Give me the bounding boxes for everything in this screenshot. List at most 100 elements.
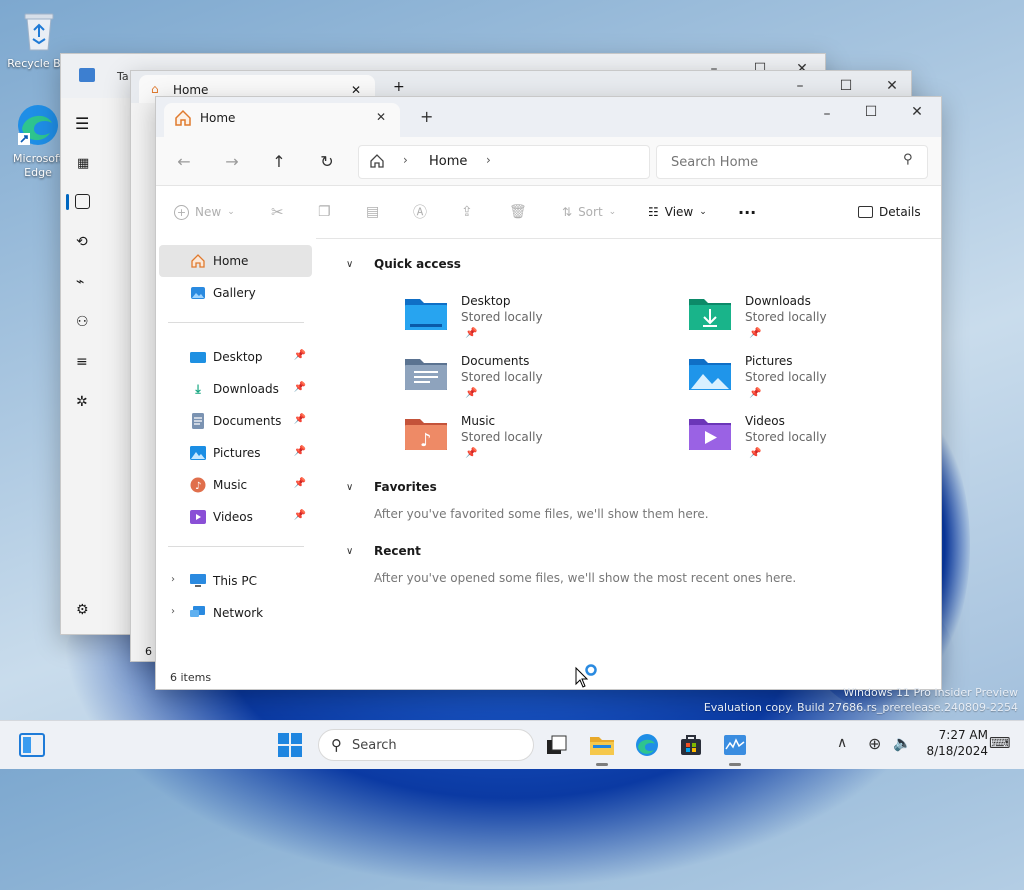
start-button[interactable] bbox=[274, 729, 306, 761]
up-arrow-icon[interactable]: ↑ bbox=[267, 149, 291, 173]
sort-button[interactable]: ⇅ Sort ⌄ bbox=[562, 186, 616, 238]
sidebar-item-this-pc[interactable]: › This PC bbox=[159, 565, 312, 597]
breadcrumb-chevron-icon[interactable]: › bbox=[486, 153, 491, 167]
pin-icon[interactable]: 📌 bbox=[294, 478, 306, 489]
home-breadcrumb-icon[interactable] bbox=[369, 153, 385, 172]
sidebar-item-label: This PC bbox=[213, 574, 257, 588]
close-tab-icon[interactable]: ✕ bbox=[351, 83, 361, 97]
chevron-down-icon[interactable]: ∨ bbox=[346, 259, 358, 270]
sidebar-item-pictures[interactable]: Pictures 📌 bbox=[159, 437, 312, 469]
new-tab-button[interactable]: + bbox=[393, 79, 405, 95]
tab-home[interactable]: Home ✕ bbox=[164, 103, 400, 137]
pin-icon[interactable]: 📌 bbox=[294, 414, 306, 425]
quick-access-item-documents[interactable]: Documents Stored locally 📌 bbox=[404, 354, 664, 410]
sidebar-item-network[interactable]: › Network bbox=[159, 597, 312, 629]
search-icon[interactable]: ⚲ bbox=[903, 152, 913, 167]
volume-muted-icon[interactable]: 🔈 bbox=[893, 734, 912, 752]
processes-icon[interactable]: ▦ bbox=[77, 156, 89, 171]
pictures-folder-icon bbox=[689, 359, 731, 390]
close-button[interactable]: ✕ bbox=[894, 97, 940, 127]
rename-icon[interactable]: Ⓐ bbox=[413, 186, 427, 238]
history-icon[interactable]: ⟲ bbox=[76, 234, 88, 250]
breadcrumb-item[interactable]: Home bbox=[429, 154, 467, 169]
edge-taskbar-icon[interactable] bbox=[631, 729, 663, 761]
sidebar-item-gallery[interactable]: Gallery bbox=[159, 277, 312, 309]
maximize-button[interactable]: ☐ bbox=[848, 97, 894, 127]
chevron-down-icon[interactable]: ∨ bbox=[346, 482, 358, 493]
quick-access-item-downloads[interactable]: Downloads Stored locally 📌 bbox=[688, 294, 948, 350]
sidebar-item-documents[interactable]: Documents 📌 bbox=[159, 405, 312, 437]
quick-access-item-music[interactable]: ♪ Music Stored locally 📌 bbox=[404, 414, 664, 470]
pin-icon[interactable]: 📌 bbox=[294, 382, 306, 393]
pin-icon[interactable]: 📌 bbox=[294, 510, 306, 521]
quick-access-item-desktop[interactable]: Desktop Stored locally 📌 bbox=[404, 294, 664, 350]
sidebar-item-desktop[interactable]: Desktop 📌 bbox=[159, 341, 312, 373]
share-icon[interactable]: ⇪ bbox=[461, 186, 473, 238]
pin-icon[interactable]: 📌 bbox=[294, 350, 306, 361]
minimize-button[interactable]: – bbox=[804, 99, 850, 129]
globe-icon[interactable]: ⊕ bbox=[868, 734, 881, 753]
recent-header[interactable]: ∨ Recent bbox=[346, 544, 421, 558]
new-tab-button[interactable]: + bbox=[420, 107, 433, 126]
sidebar-item-music[interactable]: ♪ Music 📌 bbox=[159, 469, 312, 501]
recent-title: Recent bbox=[374, 544, 421, 558]
users-icon[interactable]: ⚇ bbox=[76, 314, 89, 330]
file-explorer-window[interactable]: Home ✕ + – ☐ ✕ ← → ↑ ↻ › Home › ⚲ + New … bbox=[155, 96, 942, 690]
close-tab-icon[interactable]: ✕ bbox=[376, 110, 386, 124]
explorer-titlebar[interactable]: Home ✕ + – ☐ ✕ bbox=[156, 97, 941, 137]
clock-time: 7:27 AM bbox=[938, 728, 988, 742]
pin-icon: 📌 bbox=[749, 388, 762, 399]
refresh-icon[interactable]: ↻ bbox=[315, 149, 339, 173]
new-button[interactable]: + New ⌄ bbox=[174, 186, 235, 238]
chevron-right-icon[interactable]: › bbox=[171, 574, 175, 585]
home-icon bbox=[189, 252, 207, 270]
paste-icon[interactable]: ▤ bbox=[366, 186, 379, 238]
status-bar-item-count: 6 items bbox=[170, 671, 212, 684]
search-input[interactable] bbox=[669, 151, 893, 173]
copy-icon[interactable]: ❐ bbox=[318, 186, 331, 238]
clock-date: 8/18/2024 bbox=[926, 744, 988, 758]
chevron-down-icon[interactable]: ∨ bbox=[346, 546, 358, 557]
chevron-up-icon[interactable]: ∧ bbox=[837, 735, 847, 751]
more-options-icon[interactable]: ··· bbox=[738, 186, 756, 238]
search-box[interactable]: ⚲ bbox=[656, 145, 928, 179]
home-icon: ⌂ bbox=[151, 82, 159, 96]
settings-gear-icon[interactable]: ⚙ bbox=[76, 602, 89, 618]
back-arrow-icon[interactable]: ← bbox=[172, 149, 196, 173]
favorites-title: Favorites bbox=[374, 480, 437, 494]
hamburger-icon[interactable]: ☰ bbox=[75, 114, 89, 133]
taskbar-search-box[interactable]: ⚲ Search bbox=[318, 729, 534, 761]
chevron-right-icon[interactable]: › bbox=[171, 606, 175, 617]
sidebar-item-home[interactable]: Home bbox=[159, 245, 312, 277]
favorites-header[interactable]: ∨ Favorites bbox=[346, 480, 437, 494]
quick-access-header[interactable]: ∨ Quick access bbox=[346, 257, 461, 271]
services-icon[interactable]: ✲ bbox=[76, 394, 88, 410]
pin-icon[interactable]: 📌 bbox=[294, 446, 306, 457]
quick-access-item-videos[interactable]: Videos Stored locally 📌 bbox=[688, 414, 948, 470]
details-button[interactable]: Details bbox=[858, 186, 921, 238]
item-location: Stored locally bbox=[745, 310, 827, 324]
widgets-icon[interactable] bbox=[16, 729, 48, 761]
notification-icon[interactable]: ⌨ bbox=[989, 734, 1011, 752]
view-icon: ☷ bbox=[648, 205, 659, 219]
pc-icon bbox=[189, 572, 207, 590]
details-icon[interactable]: ≡ bbox=[76, 354, 88, 370]
performance-icon[interactable] bbox=[75, 194, 90, 209]
store-taskbar-icon[interactable] bbox=[675, 729, 707, 761]
sidebar-item-videos[interactable]: Videos 📌 bbox=[159, 501, 312, 533]
forward-arrow-icon[interactable]: → bbox=[220, 149, 244, 173]
view-label: View bbox=[664, 205, 694, 219]
sidebar-item-downloads[interactable]: ⤓ Downloads 📌 bbox=[159, 373, 312, 405]
startup-icon[interactable]: ⌁ bbox=[76, 274, 84, 290]
sort-label: Sort bbox=[578, 205, 603, 219]
quick-access-item-pictures[interactable]: Pictures Stored locally 📌 bbox=[688, 354, 948, 410]
cut-icon[interactable]: ✂ bbox=[271, 186, 284, 238]
favorites-empty-message: After you've favorited some files, we'll… bbox=[374, 507, 709, 521]
task-manager-taskbar-icon[interactable] bbox=[719, 729, 751, 761]
task-view-icon[interactable] bbox=[541, 729, 573, 761]
clock[interactable]: 7:27 AM 8/18/2024 bbox=[924, 727, 988, 759]
file-explorer-taskbar-icon[interactable] bbox=[586, 729, 618, 761]
view-button[interactable]: ☷ View ⌄ bbox=[648, 186, 707, 238]
delete-icon[interactable]: 🗑 bbox=[509, 186, 527, 238]
breadcrumb[interactable]: › Home › bbox=[358, 145, 650, 179]
